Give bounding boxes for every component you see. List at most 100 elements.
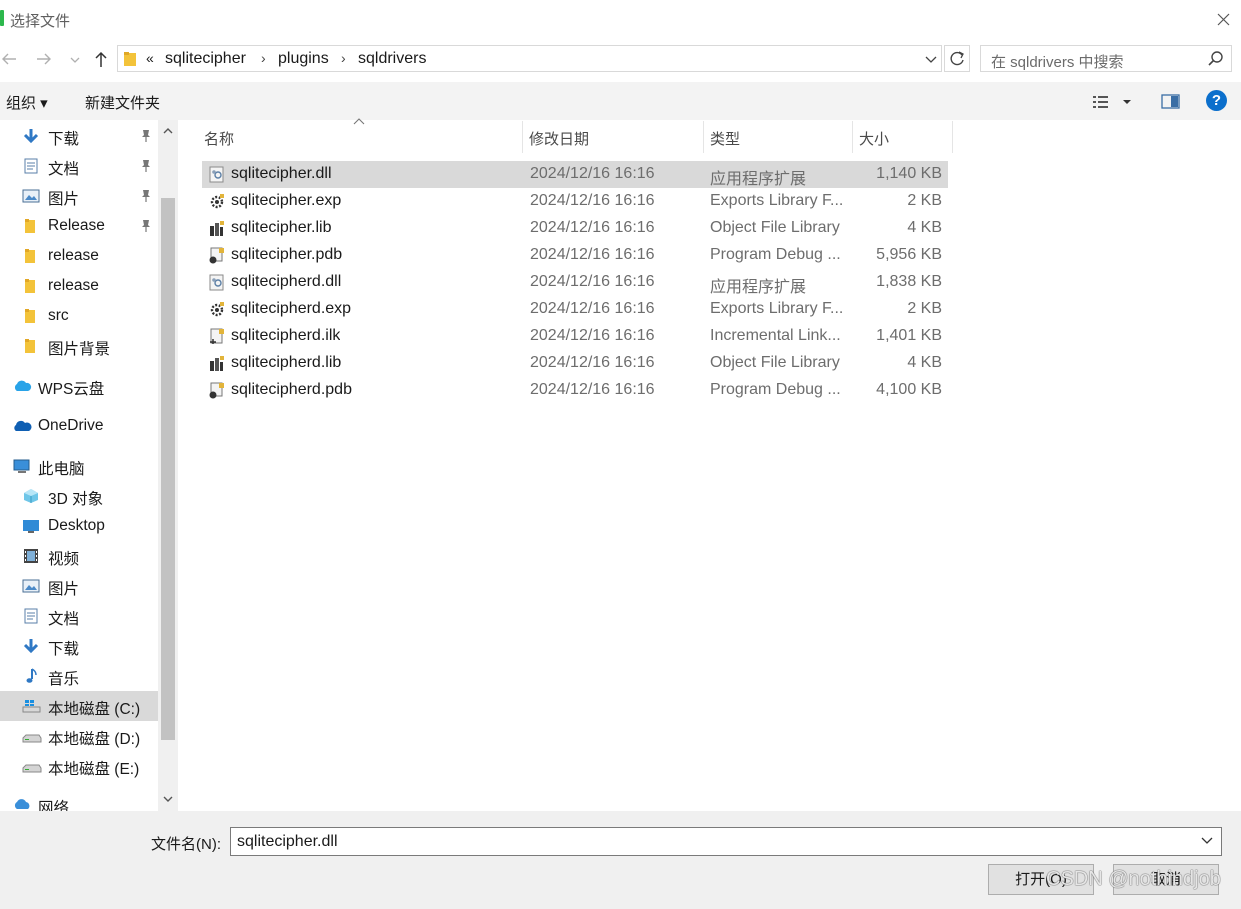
nav-item[interactable]: OneDrive xyxy=(0,411,158,441)
nav-item[interactable]: 视频 xyxy=(0,541,158,571)
nav-item[interactable]: 本地磁盘 (D:) xyxy=(0,721,158,751)
file-date: 2024/12/16 16:16 xyxy=(530,354,655,371)
nav-item-label: 网络 xyxy=(38,800,70,811)
preview-pane-button[interactable] xyxy=(1160,91,1182,113)
picture-icon xyxy=(22,578,40,594)
nav-item-label: 音乐 xyxy=(48,671,80,688)
nav-item[interactable]: src xyxy=(0,301,158,331)
column-header-date[interactable]: 修改日期 xyxy=(523,120,703,153)
address-history-dropdown[interactable] xyxy=(920,46,942,72)
nav-item-label: 图片 xyxy=(48,581,80,598)
scroll-down-button[interactable] xyxy=(161,792,175,806)
title-bar: 选择文件 xyxy=(0,0,1241,38)
help-icon[interactable]: ? xyxy=(1206,90,1227,111)
folder-icon xyxy=(124,52,136,66)
file-row[interactable]: sqlitecipherd.dll 2024/12/16 16:16 应用程序扩展 1… xyxy=(202,269,948,296)
nav-item[interactable]: Release xyxy=(0,211,158,241)
file-row[interactable]: sqlitecipher.pdb 2024/12/16 16:16 Program … xyxy=(202,242,948,269)
scrollbar-thumb[interactable] xyxy=(161,198,175,740)
breadcrumb-overflow[interactable]: « xyxy=(146,50,154,66)
column-header-type[interactable]: 类型 xyxy=(704,120,852,153)
organize-button[interactable]: 组织 ▾ xyxy=(6,92,48,113)
close-button[interactable] xyxy=(1208,4,1238,34)
nav-item[interactable]: 图片 xyxy=(0,571,158,601)
forward-button[interactable] xyxy=(33,46,57,72)
scroll-up-button[interactable] xyxy=(161,124,175,138)
recent-locations-button[interactable] xyxy=(66,46,84,72)
new-folder-button[interactable]: 新建文件夹 xyxy=(85,92,160,113)
nav-item[interactable]: Desktop xyxy=(0,511,158,541)
desktop-icon xyxy=(22,518,40,534)
folder-icon xyxy=(22,338,40,354)
pin-icon[interactable] xyxy=(140,129,152,143)
column-header-size[interactable]: 大小 xyxy=(853,120,953,153)
details-view-icon xyxy=(1093,96,1131,108)
nav-item[interactable]: release xyxy=(0,271,158,301)
ilk-icon xyxy=(208,328,225,345)
nav-item-label: src xyxy=(48,307,69,324)
nav-item[interactable]: 此电脑 xyxy=(0,451,158,481)
nav-item[interactable]: 图片背景 xyxy=(0,331,158,361)
nav-item[interactable]: 网络 xyxy=(0,790,158,811)
nav-item[interactable]: 文档 xyxy=(0,601,158,631)
nav-item[interactable]: 下载 xyxy=(0,121,158,151)
nav-item[interactable]: release xyxy=(0,241,158,271)
file-date: 2024/12/16 16:16 xyxy=(530,273,655,290)
drive-c-icon xyxy=(22,698,41,714)
drive-icon xyxy=(22,728,42,744)
document-icon xyxy=(22,608,40,624)
file-row[interactable]: sqlitecipherd.pdb 2024/12/16 16:16 Program… xyxy=(202,377,948,404)
pdb-icon xyxy=(208,382,225,399)
folder-icon xyxy=(22,218,40,234)
file-size: 4 KB xyxy=(907,354,942,371)
file-row[interactable]: sqlitecipherd.exp 2024/12/16 16:16 Exports… xyxy=(202,296,948,323)
chevron-right-icon[interactable]: › xyxy=(341,50,346,66)
breadcrumb-sqldrivers[interactable]: sqldrivers xyxy=(358,50,426,68)
file-name: sqlitecipherd.dll xyxy=(231,273,342,290)
app-icon xyxy=(0,10,4,26)
breadcrumb-sqlitecipher[interactable]: sqlitecipher xyxy=(165,50,246,68)
chevron-down-icon[interactable] xyxy=(1199,833,1215,849)
filename-combobox[interactable] xyxy=(230,827,1222,856)
file-row[interactable]: sqlitecipher.exp 2024/12/16 16:16 Exports … xyxy=(202,188,948,215)
file-row[interactable]: sqlitecipherd.lib 2024/12/16 16:16 Object … xyxy=(202,350,948,377)
file-size: 5,956 KB xyxy=(876,246,942,263)
chevron-right-icon[interactable]: › xyxy=(261,50,266,66)
preview-pane-icon xyxy=(1161,94,1180,109)
nav-item[interactable]: 3D 对象 xyxy=(0,481,158,511)
file-row[interactable]: sqlitecipherd.ilk 2024/12/16 16:16 Increme… xyxy=(202,323,948,350)
column-divider[interactable] xyxy=(952,121,953,153)
nav-item-label: 文档 xyxy=(48,161,80,178)
chevron-down-icon xyxy=(925,56,937,63)
nav-item[interactable]: 本地磁盘 (E:) xyxy=(0,751,158,781)
file-size: 1,838 KB xyxy=(876,273,942,290)
file-size: 2 KB xyxy=(907,300,942,317)
back-button[interactable] xyxy=(0,46,24,72)
file-date: 2024/12/16 16:16 xyxy=(530,381,655,398)
pin-icon[interactable] xyxy=(140,189,152,203)
search-input[interactable]: 在 sqldrivers 中搜索 xyxy=(980,45,1232,72)
nav-item[interactable]: 下载 xyxy=(0,631,158,661)
nav-item[interactable]: 本地磁盘 (C:) xyxy=(0,691,158,721)
nav-item[interactable]: 音乐 xyxy=(0,661,158,691)
file-row[interactable]: sqlitecipher.dll 2024/12/16 16:16 应用程序扩展 1,… xyxy=(202,161,948,188)
search-placeholder: 在 sqldrivers 中搜索 xyxy=(991,54,1124,71)
file-row[interactable]: sqlitecipher.lib 2024/12/16 16:16 Object F… xyxy=(202,215,948,242)
nav-item[interactable]: WPS云盘 xyxy=(0,371,158,401)
up-button[interactable] xyxy=(89,46,113,72)
pdb-icon xyxy=(208,247,225,264)
folder-icon xyxy=(22,248,40,264)
nav-item[interactable]: 文档 xyxy=(0,151,158,181)
download-arrow-icon xyxy=(22,128,40,144)
command-toolbar: 组织 ▾ 新建文件夹 ? xyxy=(0,82,1241,120)
pin-icon[interactable] xyxy=(140,159,152,173)
back-arrow-icon xyxy=(2,53,16,65)
filename-input[interactable] xyxy=(235,832,1199,852)
file-type: Incremental Link... xyxy=(710,327,841,344)
change-view-button[interactable] xyxy=(1090,91,1136,113)
nav-item[interactable]: 图片 xyxy=(0,181,158,211)
refresh-button[interactable] xyxy=(944,45,970,72)
pin-icon[interactable] xyxy=(140,219,152,233)
breadcrumb-plugins[interactable]: plugins xyxy=(278,50,329,68)
address-bar[interactable]: « sqlitecipher › plugins › sqldrivers xyxy=(117,45,942,72)
